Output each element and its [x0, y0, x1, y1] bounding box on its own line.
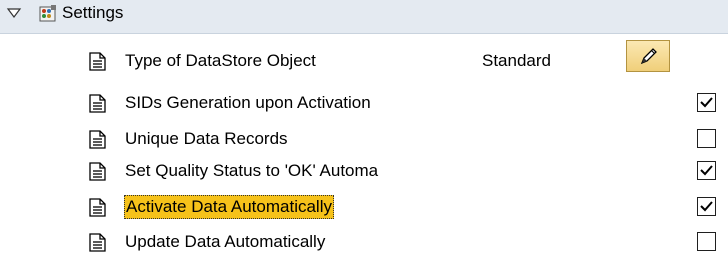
datastore-type-value: Standard	[482, 51, 551, 70]
checkmark-icon	[700, 165, 713, 176]
document-icon	[89, 198, 106, 217]
sids-generation-checkbox[interactable]	[697, 93, 716, 112]
setting-row-update-data: Update Data Automatically	[0, 229, 728, 257]
unique-records-checkbox[interactable]	[697, 129, 716, 148]
setting-label: SIDs Generation upon Activation	[125, 93, 371, 112]
document-icon	[89, 233, 106, 252]
quality-status-checkbox[interactable]	[697, 161, 716, 180]
checkmark-icon	[700, 97, 713, 108]
setting-row-quality-status: Set Quality Status to 'OK' Automa	[0, 158, 728, 186]
setting-label: Set Quality Status to 'OK' Automa	[125, 161, 379, 180]
edit-button[interactable]	[626, 40, 670, 72]
settings-group-header[interactable]: Settings	[0, 0, 728, 34]
activate-data-checkbox[interactable]	[697, 197, 716, 216]
document-icon	[89, 52, 106, 71]
expand-triangle-icon[interactable]	[6, 5, 22, 21]
setting-label-selected[interactable]: Activate Data Automatically	[124, 195, 334, 219]
setting-label: Unique Data Records	[125, 129, 288, 148]
setting-row-unique-records: Unique Data Records	[0, 126, 728, 154]
document-icon	[89, 130, 106, 149]
document-icon	[89, 162, 106, 181]
pencil-icon	[640, 48, 657, 65]
setting-label: Update Data Automatically	[125, 232, 326, 251]
update-data-checkbox[interactable]	[697, 232, 716, 251]
setting-row-activate-data: Activate Data Automatically	[0, 194, 728, 222]
setting-row-datastore-type: Type of DataStore Object Standard	[0, 40, 728, 76]
document-icon	[89, 94, 106, 113]
setting-label: Type of DataStore Object	[125, 51, 316, 70]
settings-label: Settings	[62, 3, 124, 22]
setting-row-sids-generation: SIDs Generation upon Activation	[0, 90, 728, 118]
checkmark-icon	[700, 201, 713, 212]
settings-icon	[39, 5, 56, 22]
